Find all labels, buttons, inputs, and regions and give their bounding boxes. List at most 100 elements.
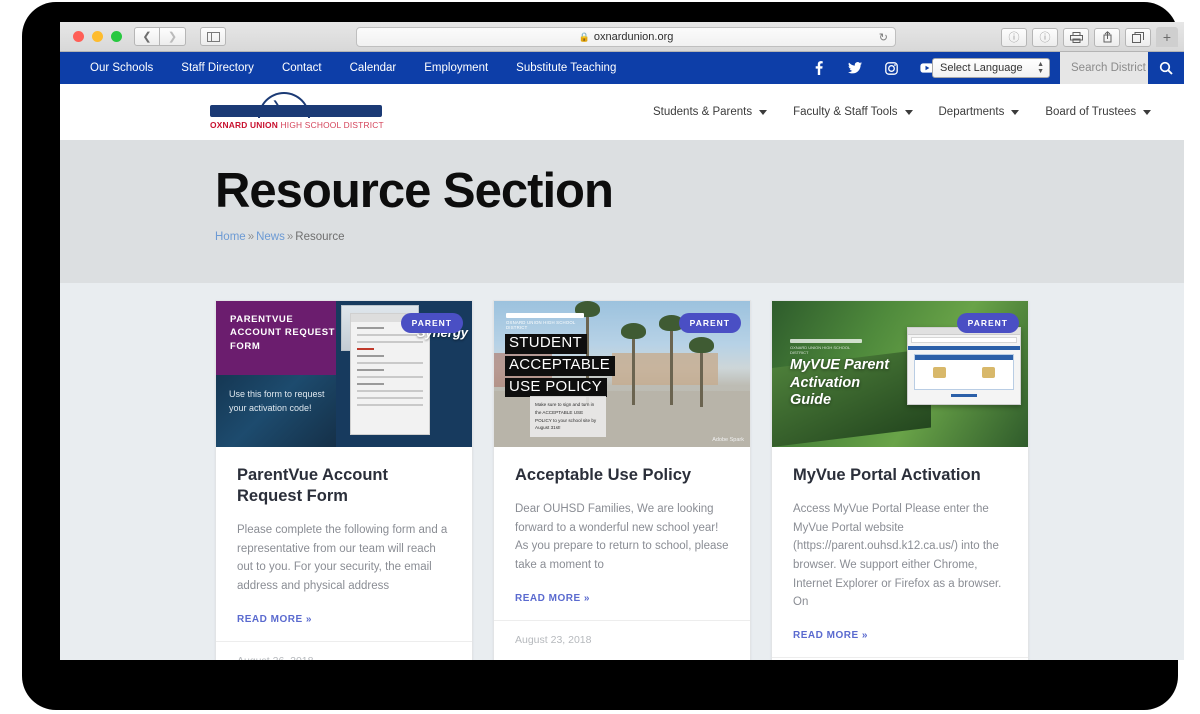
read-more-link[interactable]: READ MORE » [515,593,590,604]
address-bar[interactable]: 🔒 oxnardunion.org ↻ [356,27,896,47]
maximize-window-button[interactable] [111,31,122,42]
card1-headline: PARENTVUE ACCOUNT REQUEST FORM [230,314,336,352]
utility-link-employment[interactable]: Employment [410,62,502,74]
instagram-icon[interactable] [884,61,898,75]
device-bezel: ❮ ❯ 🔒 oxnardunion.org ↻ ⓘ ⓘ + Our School… [22,2,1184,710]
main-nav[interactable]: Students & Parents Faculty & Staff Tools… [640,106,1164,118]
window-traffic-lights[interactable] [60,31,122,42]
browser-navigation-buttons[interactable]: ❮ ❯ [134,27,186,46]
chevron-down-icon [1143,109,1152,115]
nav-item-board-of-trustees[interactable]: Board of Trustees [1032,106,1164,118]
nav-item-students-parents[interactable]: Students & Parents [640,106,780,118]
browser-screen: ❮ ❯ 🔒 oxnardunion.org ↻ ⓘ ⓘ + Our School… [60,22,1184,660]
adobe-spark-watermark: Adobe Spark [712,437,744,443]
search-icon [1159,61,1173,75]
reload-icon[interactable]: ↻ [879,31,888,44]
card1-subline-block: Use this form to request your activation… [216,375,337,447]
card2-logo-text: OXNARD UNION HIGH SCHOOL DISTRICT [506,320,576,330]
read-more-link[interactable]: READ MORE » [793,630,868,641]
palm-tree [621,323,646,405]
card-image-parentvue[interactable]: PARENTVUE ACCOUNT REQUEST FORM Use this … [216,301,472,447]
card3-headline-line1: MyVUE Parent [790,357,890,373]
nav-label: Departments [938,106,1005,118]
info-icon[interactable]: ⓘ [1032,27,1058,47]
card-title[interactable]: MyVue Portal Activation [793,465,1007,486]
card1-headline-block: PARENTVUE ACCOUNT REQUEST FORM [216,301,337,376]
palm-tree [659,315,684,405]
card2-headline-line1: STUDENT [505,334,587,354]
utility-link-staff-directory[interactable]: Staff Directory [167,62,268,74]
select-stepper-icon: ▲ ▼ [1037,61,1044,75]
card-body: Acceptable Use Policy Dear OUHSD Familie… [494,447,750,620]
minimize-window-button[interactable] [92,31,103,42]
utility-link-our-schools[interactable]: Our Schools [76,62,167,74]
print-icon[interactable] [1063,27,1089,47]
card2-district-logo: OXNARD UNION HIGH SCHOOL DISTRICT [506,313,584,330]
nav-label: Board of Trustees [1045,106,1137,118]
utility-nav[interactable]: Our Schools Staff Directory Contact Cale… [60,62,630,74]
browser-toolbar-right[interactable]: ⓘ ⓘ + [1001,27,1178,47]
card2-headline: STUDENT ACCEPTABLE USE POLICY [505,334,616,399]
twitter-icon[interactable] [848,61,862,75]
card-excerpt: Dear OUHSD Families, We are looking forw… [515,503,729,571]
nav-label: Students & Parents [653,106,753,118]
address-bar-url: oxnardunion.org [593,31,674,43]
chevron-down-icon [1011,109,1020,115]
news-card[interactable]: OXNARD UNION HIGH SCHOOL DISTRICT STUDEN… [493,300,751,660]
utility-link-calendar[interactable]: Calendar [336,62,411,74]
search-input[interactable] [1060,52,1148,84]
breadcrumb-home[interactable]: Home [215,231,246,243]
card-image-acceptable-use[interactable]: OXNARD UNION HIGH SCHOOL DISTRICT STUDEN… [494,301,750,447]
utility-link-contact[interactable]: Contact [268,62,336,74]
nav-label: Faculty & Staff Tools [793,106,898,118]
card-date: August 23, 2018 [494,619,750,660]
card2-note: Make sure to sign and turn in the ACCEPT… [530,396,606,438]
breadcrumb-news[interactable]: News [256,231,285,243]
chevron-down-icon [759,109,768,115]
card3-headline-line2: Activation [790,374,861,391]
card3-headline-line3: Guide [790,392,832,409]
card3-browser-thumb [907,327,1021,405]
card-badge: PARENT [678,313,741,333]
reader-icon[interactable]: ⓘ [1001,27,1027,47]
card3-logo-text: OXNARD UNION HIGH SCHOOL DISTRICT [790,345,851,355]
card-body: ParentVue Account Request Form Please co… [216,447,472,641]
language-select-value: Select Language [940,62,1023,74]
bird-over-book-logo: ❯ [210,92,382,118]
share-icon[interactable] [1094,27,1120,47]
breadcrumb-separator: » [286,231,294,244]
tabs-icon[interactable] [1125,27,1151,47]
card2-headline-line3: USE POLICY [505,377,608,398]
card-image-myvue[interactable]: OXNARD UNION HIGH SCHOOL DISTRICT MyVUE … [772,301,1028,447]
card-title[interactable]: Acceptable Use Policy [515,465,729,486]
card-excerpt: Please complete the following form and a… [237,524,448,593]
language-select[interactable]: Select Language ▲ ▼ [932,58,1050,78]
nav-item-faculty-staff-tools[interactable]: Faculty & Staff Tools [780,106,925,118]
news-card[interactable]: PARENTVUE ACCOUNT REQUEST FORM Use this … [215,300,473,660]
card1-left-panel: PARENTVUE ACCOUNT REQUEST FORM Use this … [216,301,337,447]
card-title[interactable]: ParentVue Account Request Form [237,465,451,507]
card-date: August 26, 2018 [216,640,472,660]
site-search[interactable] [1060,52,1184,84]
read-more-link[interactable]: READ MORE » [237,614,312,625]
search-button[interactable] [1148,52,1184,84]
new-tab-button[interactable]: + [1156,27,1178,47]
utility-link-substitute-teaching[interactable]: Substitute Teaching [502,62,630,74]
breadcrumb-current: Resource [295,231,345,244]
news-card[interactable]: OXNARD UNION HIGH SCHOOL DISTRICT MyVUE … [771,300,1029,660]
sidebar-toggle-icon[interactable] [200,27,226,46]
chevron-down-icon [904,109,913,115]
card1-subline: Use this form to request your activation… [229,389,325,413]
close-window-button[interactable] [73,31,84,42]
card2-headline-line2: ACCEPTABLE [505,355,616,376]
forward-arrow-icon[interactable]: ❯ [160,27,186,46]
site-logo[interactable]: ❯ OXNARD UNION HIGH SCHOOL DISTRICT [210,92,384,130]
card-excerpt: Access MyVue Portal Please enter the MyV… [793,503,1002,609]
card-badge: PARENT [956,313,1019,333]
social-links[interactable] [812,61,934,75]
logo-brand-bold: OXNARD UNION [210,120,279,130]
facebook-icon[interactable] [812,61,826,75]
nav-item-departments[interactable]: Departments [926,106,1033,118]
card3-headline: MyVUE Parent Activation Guide [790,357,889,410]
back-arrow-icon[interactable]: ❮ [134,27,160,46]
